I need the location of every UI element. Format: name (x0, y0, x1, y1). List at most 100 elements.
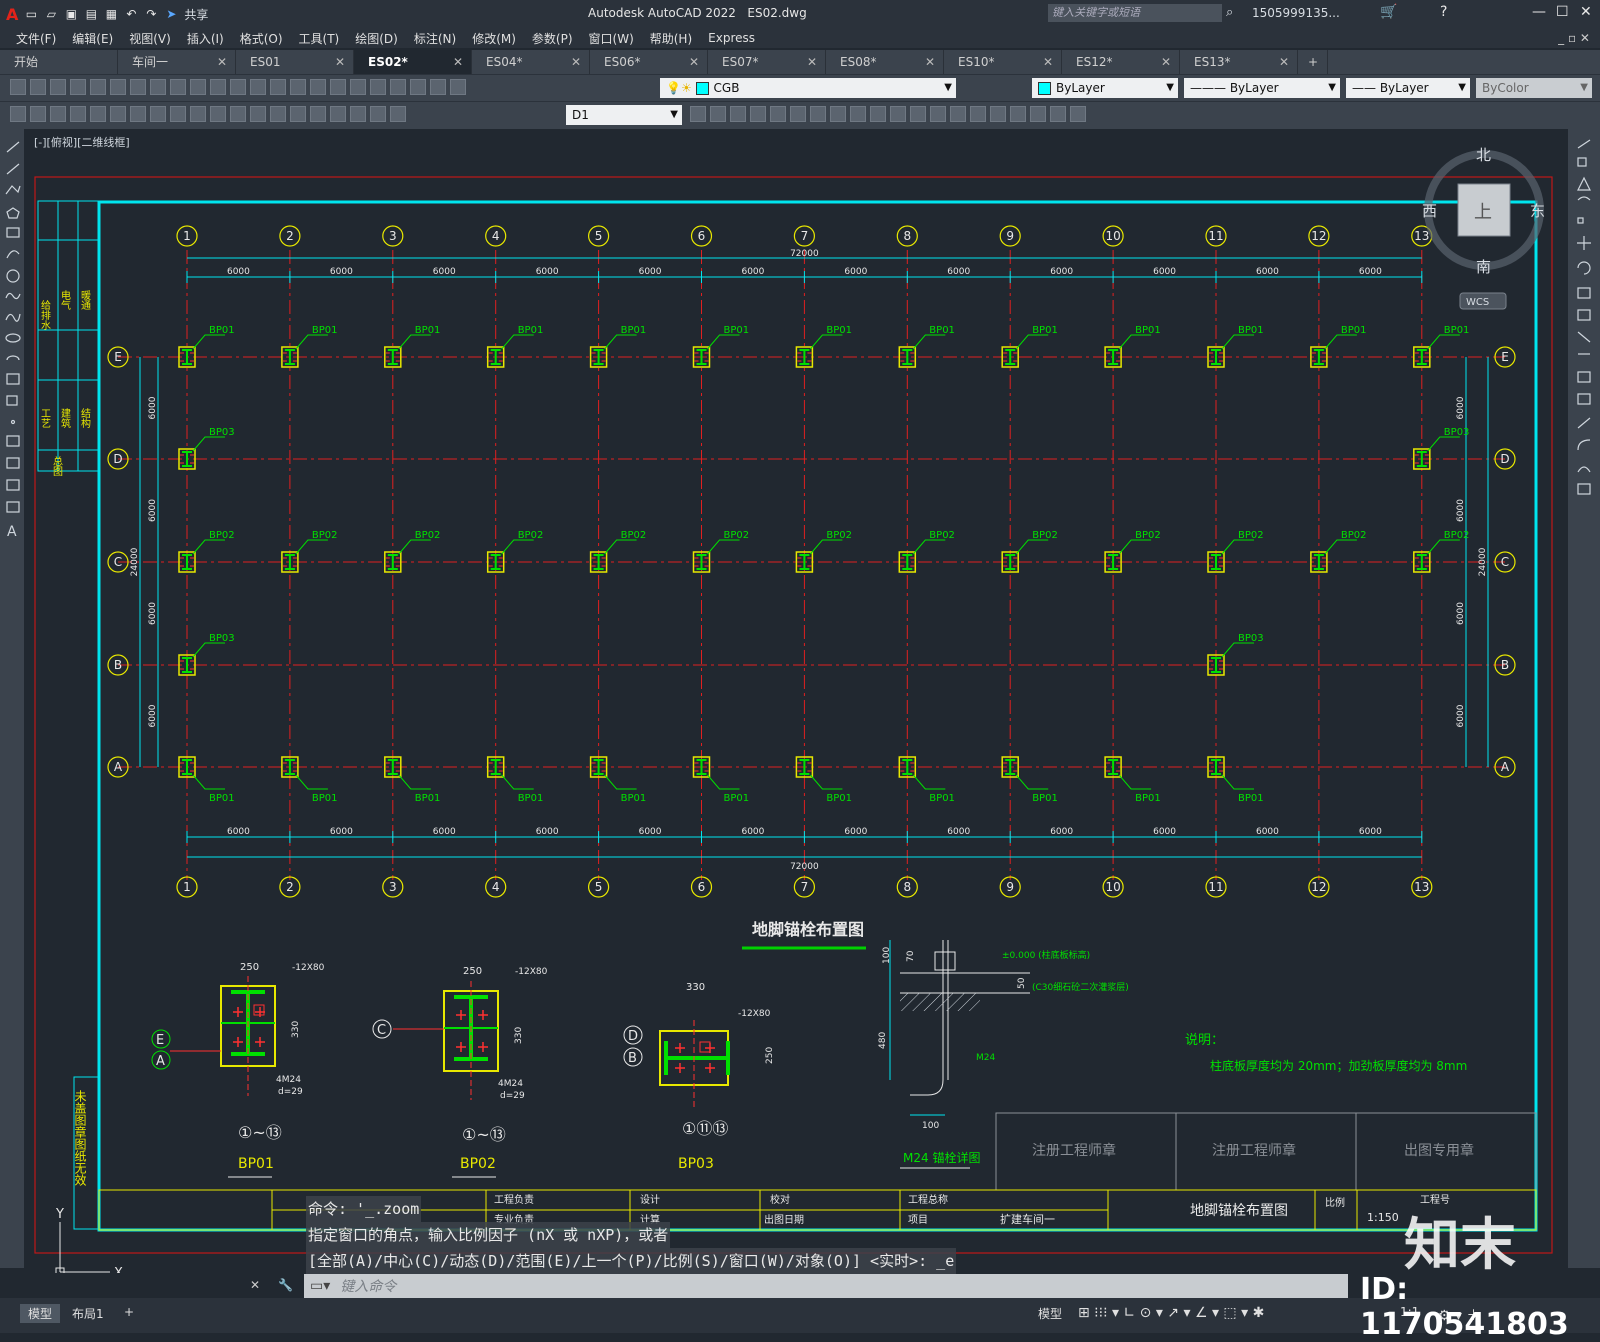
save-as-icon[interactable]: ▤ (84, 7, 98, 21)
blend-tool-icon[interactable] (1577, 466, 1591, 473)
erase-tool-icon[interactable] (1577, 139, 1591, 149)
menu-item[interactable]: 工具(T) (299, 30, 340, 47)
publish-icon[interactable] (110, 79, 126, 95)
array-tool-icon[interactable] (1577, 217, 1584, 224)
tab-file[interactable]: ES07* ✕ (708, 50, 826, 74)
explode-icon[interactable] (990, 106, 1006, 122)
stretch-icon[interactable] (850, 106, 866, 122)
scale-tool-icon[interactable] (1577, 287, 1591, 299)
tab-file[interactable]: ES06* ✕ (590, 50, 708, 74)
trim-tool-icon[interactable] (1577, 331, 1591, 343)
dimstyle-dropdown[interactable]: D1 ▼ (566, 105, 682, 125)
erase-icon[interactable] (690, 106, 706, 122)
copy-obj-icon[interactable] (710, 106, 726, 122)
tab-file[interactable]: 车间一 ✕ (118, 50, 236, 74)
print-icon[interactable]: ▦ (104, 7, 118, 21)
close-tab-icon[interactable]: ✕ (217, 50, 227, 74)
close-tab-icon[interactable]: ✕ (925, 50, 935, 74)
close-tab-icon[interactable]: ✕ (689, 50, 699, 74)
line-tool-icon[interactable] (6, 141, 20, 153)
scale-icon[interactable] (830, 106, 846, 122)
tab-file[interactable]: ES08* ✕ (826, 50, 944, 74)
point-tool-icon[interactable] (10, 419, 16, 425)
fillet-tool-icon[interactable] (1577, 439, 1591, 451)
menu-item[interactable]: 参数(P) (532, 30, 573, 47)
dim-ordinate-icon[interactable] (70, 106, 86, 122)
mirror-icon[interactable] (730, 106, 746, 122)
grid-icon[interactable]: ⊞ ⁝⁝⁝ ▾ ∟ ⊙ ▾ ↗ ▾ ∠ ▾ ⬚ ▾ ✱ (1070, 1304, 1272, 1322)
insert-block-icon[interactable] (6, 373, 20, 385)
block-icon[interactable] (1050, 106, 1066, 122)
trim-icon[interactable] (870, 106, 886, 122)
help-icon[interactable] (430, 79, 446, 95)
restore-doc-icon[interactable]: _ ▫ ✕ (1558, 31, 1590, 45)
match-icon[interactable] (190, 79, 206, 95)
drawing-canvas[interactable]: 给排水 电气 暖通 工艺 建筑 结构 总图 未盖图章图纸无效 72000 6000… (24, 128, 1568, 1273)
close-tab-icon[interactable]: ✕ (335, 50, 345, 74)
linetype-dropdown[interactable]: ——— ByLayer ▼ (1184, 78, 1340, 98)
dim-continue-icon[interactable] (210, 106, 226, 122)
make-block-icon[interactable] (6, 395, 18, 406)
tab-file[interactable]: ES04* ✕ (472, 50, 590, 74)
customize-wrench-icon[interactable]: 🔧 (278, 1278, 293, 1292)
close-tab-icon[interactable]: ✕ (1279, 50, 1289, 74)
new-file-icon[interactable]: ▭ (24, 7, 38, 21)
save-icon[interactable]: ▣ (64, 7, 78, 21)
command-close-icon[interactable]: ✕ (250, 1278, 260, 1292)
design-center-icon[interactable] (330, 79, 346, 95)
menu-item[interactable]: Express (708, 31, 755, 45)
offset-icon[interactable] (750, 106, 766, 122)
command-input[interactable]: ▭▾ 键入命令 (304, 1274, 1348, 1298)
viewcube[interactable]: 上 北 南 西 东 WCS (1422, 146, 1545, 310)
dim-edit-icon[interactable] (350, 106, 366, 122)
menu-item[interactable]: 标注(N) (414, 30, 456, 47)
array-icon[interactable] (770, 106, 786, 122)
explode-tool-icon[interactable] (1577, 483, 1591, 495)
close-tab-icon[interactable]: ✕ (453, 50, 463, 74)
cart-icon[interactable]: 🛒 (1380, 4, 1397, 20)
extend-icon[interactable] (890, 106, 906, 122)
properties-icon[interactable] (310, 79, 326, 95)
preview-icon[interactable] (90, 79, 106, 95)
quick-dim-icon[interactable] (170, 106, 186, 122)
join-icon[interactable] (930, 106, 946, 122)
chamfer-tool-icon[interactable] (1577, 417, 1591, 429)
menu-item[interactable]: 视图(V) (129, 30, 171, 47)
dim-arc-icon[interactable] (50, 106, 66, 122)
table-tool-icon[interactable] (6, 501, 20, 513)
sheet-set-icon[interactable] (370, 79, 386, 95)
chamfer-icon[interactable] (950, 106, 966, 122)
plot-icon[interactable] (70, 79, 86, 95)
tab-file[interactable]: ES01 ✕ (236, 50, 354, 74)
redo-icon[interactable] (230, 79, 246, 95)
dim-linear-icon[interactable] (10, 106, 26, 122)
offset-tool-icon[interactable] (1577, 196, 1591, 201)
save-icon[interactable] (50, 79, 66, 95)
dim-space-icon[interactable] (230, 106, 246, 122)
tab-file-active[interactable]: ES02* ✕ (354, 50, 472, 74)
help-icon[interactable]: ? (1440, 4, 1447, 20)
ellipse-arc-tool-icon[interactable] (6, 355, 20, 361)
copy-tool-icon[interactable] (1577, 157, 1587, 167)
mtext-tool-icon[interactable]: A (7, 524, 17, 540)
new-tab-button[interactable]: + (1298, 50, 1328, 74)
stretch-tool-icon[interactable] (1577, 309, 1591, 321)
dim-jogged-icon[interactable] (110, 106, 126, 122)
dim-text-edit-icon[interactable] (370, 106, 386, 122)
tolerance-icon[interactable] (270, 106, 286, 122)
command-prompt-icon[interactable]: ▭▾ (310, 1278, 330, 1294)
lineweight-dropdown[interactable]: —— ByLayer ▼ (1346, 78, 1470, 98)
xref-icon[interactable] (1070, 106, 1086, 122)
layout-tab[interactable]: 布局1 (64, 1304, 112, 1323)
gradient-tool-icon[interactable] (6, 457, 20, 469)
ellipse-tool-icon[interactable] (5, 333, 21, 343)
dim-break-icon[interactable] (250, 106, 266, 122)
polyline-tool-icon[interactable] (5, 185, 21, 195)
search-input[interactable]: 键入关键字或短语 (1048, 4, 1222, 22)
revcloud-tool-icon[interactable] (5, 292, 21, 300)
dim-angular-icon[interactable] (150, 106, 166, 122)
arc-tool-icon[interactable] (6, 250, 20, 259)
dim-diameter-icon[interactable] (130, 106, 146, 122)
autocad-logo-icon[interactable]: A (6, 5, 18, 24)
menu-item[interactable]: 帮助(H) (650, 30, 692, 47)
